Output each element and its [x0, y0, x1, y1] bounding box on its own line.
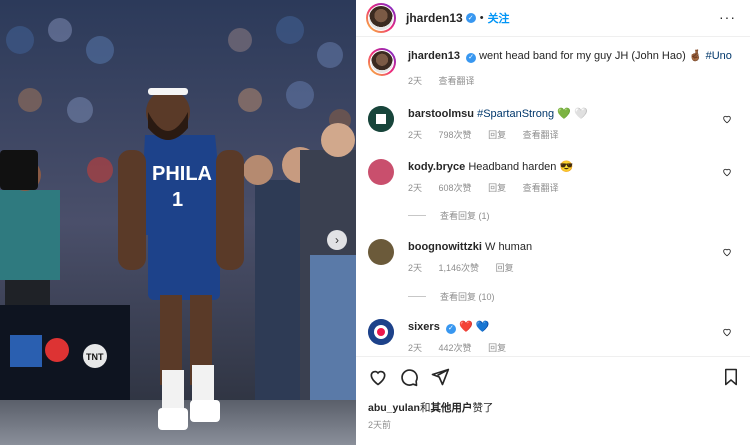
- comment-avatar[interactable]: [368, 106, 394, 132]
- liked-by-suffix: 赞了: [472, 402, 494, 414]
- share-send-icon[interactable]: [430, 367, 450, 387]
- heart-icon[interactable]: [722, 114, 732, 124]
- view-replies-label: 查看回复 (10): [440, 292, 495, 302]
- comment-meta: 2天 442次赞 回复: [408, 341, 520, 354]
- post-time[interactable]: 2天前: [368, 418, 391, 431]
- comment-meta: 2天 1,146次赞 回复: [408, 261, 528, 274]
- comment-emojis: 💚 🤍: [557, 108, 588, 120]
- comment-emojis: 😎: [559, 161, 574, 173]
- bookmark-icon[interactable]: [722, 367, 740, 387]
- comment-time: 2天: [408, 263, 423, 273]
- jersey-number-text: 1: [172, 189, 183, 211]
- like-heart-icon[interactable]: [368, 367, 388, 387]
- caption-time: 2天: [408, 76, 423, 86]
- comment-reply-link[interactable]: 回复: [488, 343, 506, 353]
- view-replies-link[interactable]: 查看回复 (1): [408, 209, 490, 222]
- comment-translate-link[interactable]: 查看翻译: [523, 130, 559, 140]
- comment-likes[interactable]: 442次赞: [439, 343, 472, 353]
- post-header: jharden13 ✓ • 关注 ···: [356, 0, 750, 37]
- caption-meta: 2天 查看翻译: [408, 74, 489, 87]
- caption-hashtag[interactable]: #Uno: [706, 50, 732, 62]
- verified-badge-icon: ✓: [445, 324, 456, 334]
- comment-time: 2天: [408, 183, 423, 193]
- tnt-logo-text: TNT: [86, 352, 104, 362]
- comment-text: boognowittzki W human: [408, 240, 532, 254]
- comment-username[interactable]: kody.bryce: [408, 161, 465, 173]
- post-photo[interactable]: PHILA 1 TNT ›: [0, 0, 356, 445]
- comment-likes[interactable]: 1,146次赞: [439, 263, 480, 273]
- caption-text: jharden13 ✓ went head band for my guy JH…: [408, 49, 732, 63]
- author-username[interactable]: jharden13: [406, 11, 463, 25]
- view-replies-label: 查看回复 (1): [440, 211, 490, 221]
- comment-reply-link[interactable]: 回复: [488, 183, 506, 193]
- carousel-next-button[interactable]: ›: [327, 230, 347, 250]
- caption-avatar[interactable]: [368, 48, 396, 76]
- heart-icon[interactable]: [722, 247, 732, 257]
- comment-body: W human: [485, 241, 533, 253]
- comment-likes[interactable]: 608次赞: [439, 183, 472, 193]
- comment-time: 2天: [408, 343, 423, 353]
- divider: [356, 356, 750, 357]
- comment-avatar[interactable]: [368, 239, 394, 265]
- view-replies-link[interactable]: 查看回复 (10): [408, 290, 495, 303]
- comment-emojis: ❤️ 💙: [458, 321, 490, 333]
- comment-username[interactable]: barstoolmsu: [408, 108, 474, 120]
- comment-reply-link[interactable]: 回复: [488, 130, 506, 140]
- caption-username[interactable]: jharden13: [408, 50, 460, 62]
- comment-username[interactable]: boognowittzki: [408, 241, 482, 253]
- more-options-icon[interactable]: ···: [719, 9, 736, 25]
- liked-by-others[interactable]: 其他用户: [430, 402, 472, 414]
- heart-icon[interactable]: [722, 167, 732, 177]
- post-actions: [368, 367, 740, 387]
- comment-bubble-icon[interactable]: [399, 367, 419, 387]
- separator: •: [479, 12, 484, 24]
- jersey-team-text: PHILA: [152, 163, 212, 185]
- verified-badge-icon: ✓: [466, 53, 477, 63]
- liked-by-mid: 和: [419, 402, 431, 414]
- comment-likes[interactable]: 798次赞: [439, 130, 472, 140]
- author-avatar[interactable]: [366, 3, 396, 33]
- comment-meta: 2天 608次赞 回复 查看翻译: [408, 181, 573, 194]
- heart-icon[interactable]: [722, 327, 732, 337]
- comment-reply-link[interactable]: 回复: [496, 263, 514, 273]
- post-panel: jharden13 ✓ • 关注 ··· jharden13 ✓ went he…: [356, 0, 750, 445]
- comment-username[interactable]: sixers: [408, 321, 440, 333]
- comment-text: barstoolmsu #SpartanStrong 💚 🤍: [408, 107, 588, 121]
- caption-emoji: 🤞🏾: [688, 50, 703, 62]
- liked-by-user[interactable]: abu_yulan: [368, 402, 420, 414]
- verified-badge-icon: ✓: [465, 13, 476, 23]
- liked-by: abu_yulan和其他用户赞了: [368, 400, 493, 415]
- comment-translate-link[interactable]: 查看翻译: [523, 183, 559, 193]
- caption-translate-link[interactable]: 查看翻译: [439, 76, 475, 86]
- follow-button[interactable]: 关注: [488, 10, 510, 26]
- comment-hashtag[interactable]: #SpartanStrong: [477, 108, 554, 120]
- comment-text: sixers ✓ ❤️ 💙: [408, 320, 489, 334]
- comment-avatar[interactable]: [368, 159, 394, 185]
- comment-text: kody.bryce Headband harden 😎: [408, 160, 573, 174]
- caption-body: went head band for my guy JH (John Hao): [479, 50, 686, 62]
- comment-time: 2天: [408, 130, 423, 140]
- comment-body: Headband harden: [468, 161, 557, 173]
- comment-avatar[interactable]: [368, 319, 394, 345]
- comment-meta: 2天 798次赞 回复 查看翻译: [408, 128, 573, 141]
- basketball-player-photo: PHILA 1 TNT: [0, 0, 356, 445]
